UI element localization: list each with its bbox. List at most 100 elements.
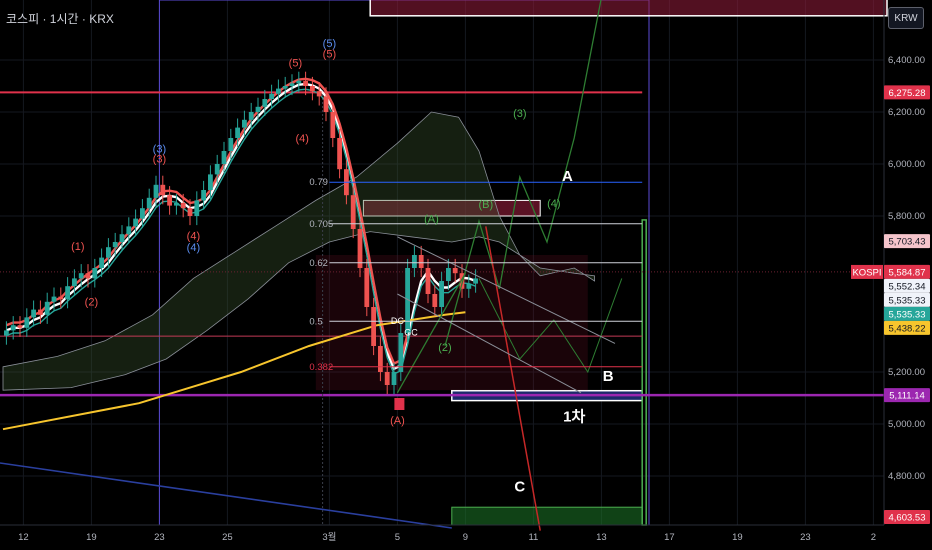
y-axis[interactable]: 6,400.00 6,200.00 6,000.00 5,800.00 5,200.00… [883,0,925,525]
candle-body [235,127,240,138]
candle-body [228,138,234,151]
candle-body [452,268,458,274]
candle-body [412,255,417,268]
fib-label: 0.62 [309,258,328,269]
x-tick-label: 13 [596,532,607,543]
x-tick-label: 19 [732,532,743,543]
wave-label: 1차 [563,408,585,425]
candle-body [133,218,138,227]
candle-body [99,257,104,268]
candle-body [119,234,125,242]
wave-label: (4) [187,230,200,242]
currency-button[interactable]: KRW [888,7,924,29]
wave-label: (2) [85,297,98,309]
candle-body [439,281,444,307]
candle-body [330,112,336,138]
wave-label: A [562,168,573,185]
candle-body [180,203,186,209]
candle-body [106,247,111,258]
x-tick-label: 23 [154,532,165,543]
candle-body [384,372,390,385]
candle-body [242,119,247,128]
wave-label: (1) [71,241,84,253]
candle-body [446,268,451,281]
candle-body [65,286,70,300]
candle-body [4,330,9,336]
candle-body [269,93,274,99]
wave-label: (4) [187,242,200,254]
wave-label: (B) [478,199,493,211]
x-tick-label: 19 [86,532,97,543]
y-tick-label: 6,200.00 [888,107,925,118]
candle-body [10,325,16,331]
candle-body [316,91,322,97]
target-box [451,506,643,526]
wave-label: (2) [438,342,451,354]
candle-body [323,96,329,112]
candle-body [187,208,193,216]
price-labels: 6,275.28 5,703.43 5,584.87 KOSPI 5,552.34 5,5… [851,85,930,524]
candle-body [214,164,220,175]
wave-label: DC [391,316,404,326]
candle-body [31,309,36,318]
price-tag: 5,584.87 [889,267,926,278]
top-resistance-box [369,0,888,17]
candle-body [92,268,98,279]
candle-body [357,229,363,268]
candle-body [38,309,43,315]
x-tick-label: 3월 [322,531,336,543]
candle-body [337,138,342,170]
wave-label: B [603,368,614,385]
candle-body [371,307,376,346]
candle-body [201,190,206,201]
candle-body [303,80,308,86]
candle-body [208,174,213,190]
candle-body [140,208,145,219]
x-tick-label: 23 [800,532,811,543]
candle-body [276,88,281,94]
x-tick-label: 2 [871,532,876,543]
price-tag: 4,603.53 [889,513,926,524]
candle-body [378,346,383,372]
x-tick-label: 9 [463,532,468,543]
candle-body [364,268,370,307]
candle-body [418,255,424,268]
candle-body [112,242,118,248]
wave-label: (5) [323,48,336,60]
candle-body [58,296,64,300]
candle-body [432,294,438,307]
fib-label: 0.382 [309,362,333,373]
price-tag: 5,438.22 [889,323,926,334]
wave-label: (4) [295,133,308,145]
candle-body [248,112,254,120]
price-tag: 5,535.33 [889,295,926,306]
candle-body [194,200,200,216]
y-tick-label: 5,800.00 [888,211,925,222]
y-tick-label: 4,800.00 [888,471,925,482]
marker [394,398,405,410]
candle-body [398,333,404,372]
candle-body [310,86,315,92]
candle-body [289,83,295,86]
candle-body [174,203,179,206]
wave-label: C [514,479,525,496]
candle-body [51,296,57,302]
fib-label: 0.705 [309,219,333,230]
candle-body [167,195,172,206]
price-tag: 5,703.43 [889,237,926,248]
chart-title: 코스피 · 1시간 · KRX [6,12,114,26]
x-tick-label: 12 [18,532,29,543]
wave-label: (A) [424,214,439,226]
x-axis[interactable]: 12 19 23 25 3월 5 9 11 13 17 19 23 2 [0,524,884,543]
wave-label: (3) [513,108,526,120]
chart-canvas[interactable]: 0.79 0.705 0.62 0.5 0.382 (5) (5) (5) (3) (3) (4)… [0,0,932,550]
y-tick-label: 5,000.00 [888,419,925,430]
candle-body [425,268,431,294]
candle-body [72,278,77,287]
wave-label: (3) [153,154,166,166]
fib-label: 0.79 [309,177,328,188]
candle-body [262,99,268,107]
y-tick-label: 5,200.00 [888,367,925,378]
price-tag: 5,111.14 [889,391,925,402]
candle-body [78,273,84,279]
